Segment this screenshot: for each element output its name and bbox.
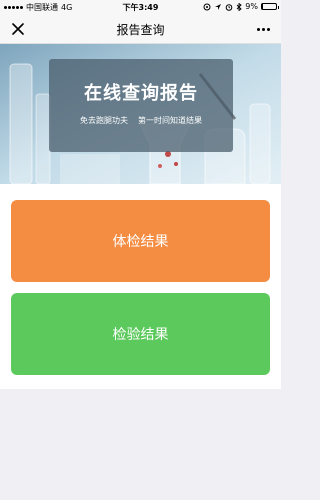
location-icon xyxy=(203,3,211,10)
nav-bar: 报告查询 xyxy=(0,14,281,44)
battery-fill xyxy=(262,4,264,9)
page-title: 报告查询 xyxy=(116,23,165,37)
lab-test-results-button[interactable]: 检验结果 xyxy=(11,293,270,375)
battery-percent: 9% xyxy=(245,2,258,11)
status-bar: 中国联通 4G 下午3:49 9% xyxy=(0,0,281,14)
navigation-arrow-icon xyxy=(215,3,222,10)
banner-subtitle-left: 免去跑腿功夫 xyxy=(80,116,128,125)
banner-subtitle: 免去跑腿功夫 第一时间知道结果 xyxy=(49,115,233,126)
bluetooth-icon xyxy=(236,2,242,11)
banner-title: 在线查询报告 xyxy=(84,83,198,104)
alarm-icon xyxy=(225,3,233,11)
physical-exam-results-button[interactable]: 体检结果 xyxy=(11,200,270,282)
banner: 在线查询报告 免去跑腿功夫 第一时间知道结果 xyxy=(0,44,281,184)
banner-subtitle-right: 第一时间知道结果 xyxy=(138,116,202,125)
banner-card: 在线查询报告 免去跑腿功夫 第一时间知道结果 xyxy=(49,59,233,152)
more-icon[interactable] xyxy=(253,19,273,39)
status-right: 9% xyxy=(203,2,279,11)
battery-icon xyxy=(261,3,279,10)
content-panel: 体检结果 检验结果 xyxy=(0,184,281,389)
